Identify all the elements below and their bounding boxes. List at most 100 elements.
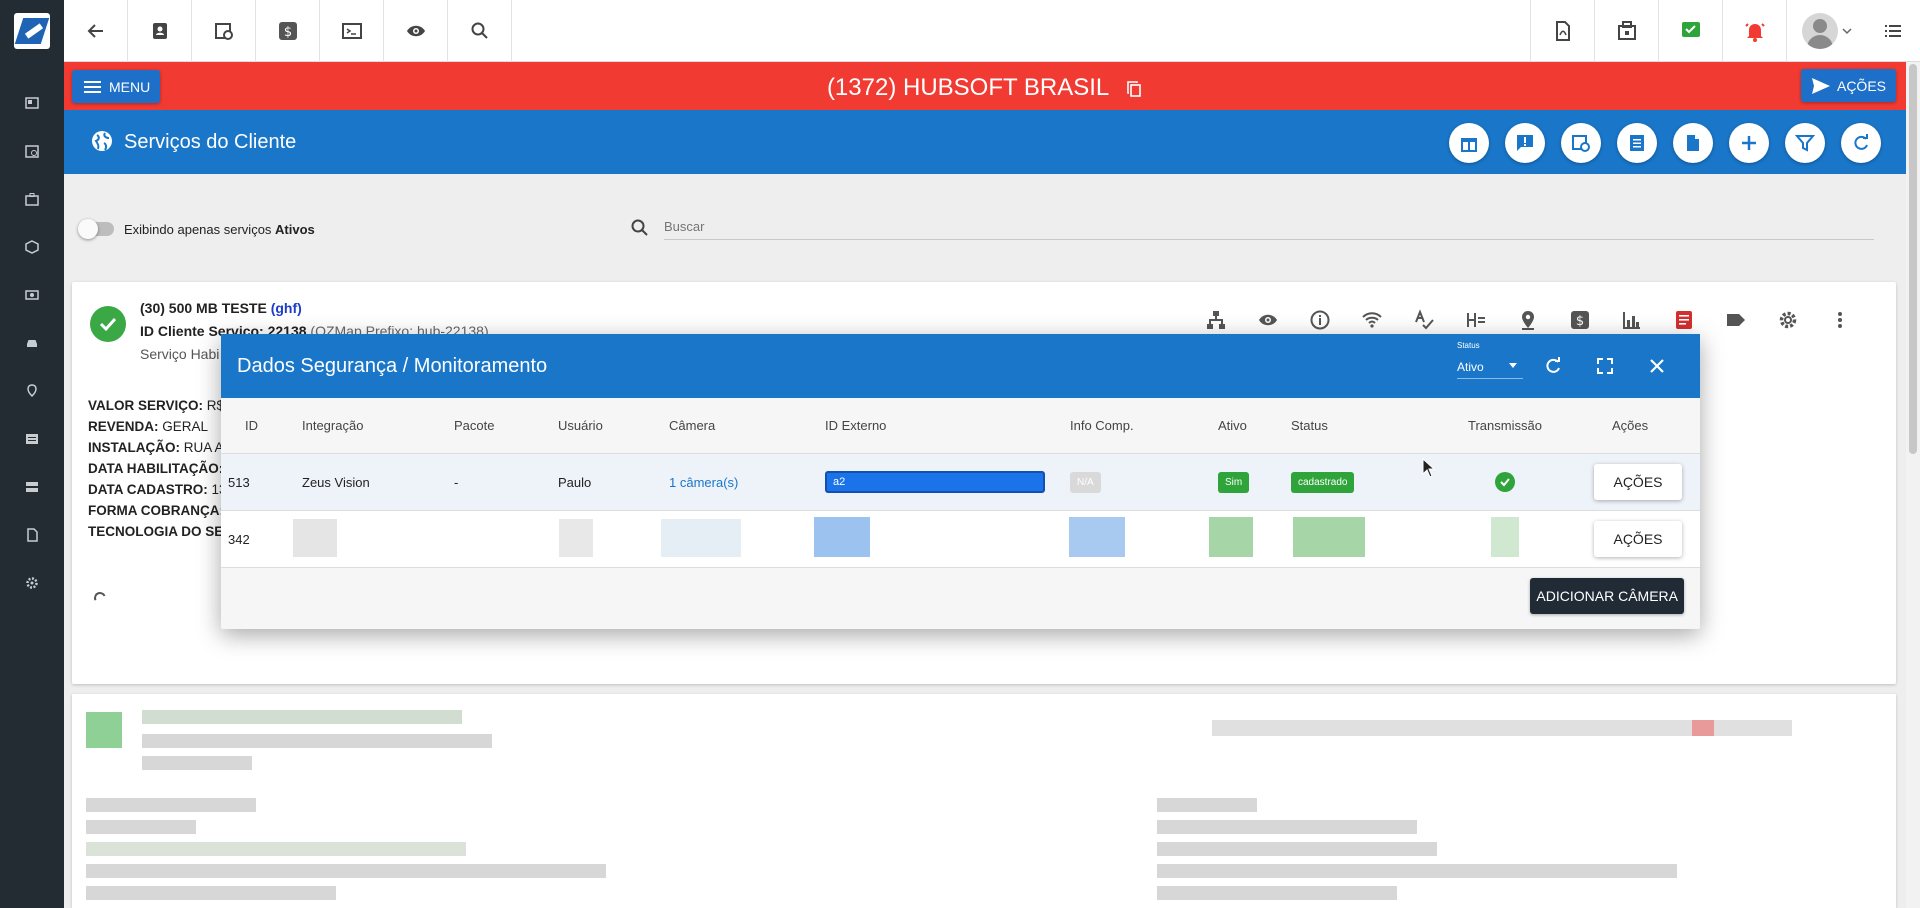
filter-icon bbox=[1795, 135, 1815, 152]
rail-briefcase-icon[interactable] bbox=[22, 189, 42, 209]
list-button[interactable] bbox=[1866, 0, 1920, 62]
rail-map-pin-icon[interactable] bbox=[22, 381, 42, 401]
service-details: VALOR SERVIÇO: R$5 REVENDA: GERAL INSTAL… bbox=[88, 395, 233, 542]
active-only-toggle[interactable] bbox=[78, 219, 114, 239]
row-actions-button[interactable]: AÇÕES bbox=[1594, 464, 1682, 500]
header-actions-button[interactable]: AÇÕES bbox=[1800, 69, 1896, 102]
schedule-button[interactable] bbox=[192, 0, 256, 62]
col-camera: Câmera bbox=[669, 418, 716, 433]
rail-money-icon[interactable] bbox=[22, 285, 42, 305]
globe-icon bbox=[92, 131, 112, 151]
blurred-line bbox=[1157, 864, 1677, 878]
red-document-icon[interactable] bbox=[1658, 306, 1710, 334]
blurred-line bbox=[142, 756, 252, 770]
client-header: MENU (1372) HUBSOFT BRASIL AÇÕES bbox=[64, 62, 1906, 110]
section-header: Serviços do Cliente bbox=[64, 110, 1906, 174]
user-menu[interactable] bbox=[1786, 0, 1866, 62]
security-table: ID Integração Pacote Usuário Câmera ID E… bbox=[221, 398, 1700, 568]
service-card-blurred bbox=[72, 694, 1896, 908]
detail-row: REVENDA: GERAL bbox=[88, 419, 209, 434]
id-externo-field[interactable]: a2 bbox=[825, 471, 1045, 493]
col-id: ID bbox=[245, 418, 258, 433]
gift-icon bbox=[1461, 138, 1477, 152]
search-button[interactable] bbox=[448, 0, 512, 62]
plus-icon bbox=[1742, 136, 1756, 150]
detail-row: TECNOLOGIA DO SER bbox=[88, 524, 234, 539]
rail-calendar-icon[interactable] bbox=[22, 141, 42, 161]
info-icon[interactable] bbox=[1294, 306, 1346, 334]
status-select[interactable]: Ativo bbox=[1457, 355, 1523, 379]
pdf-button[interactable] bbox=[1530, 0, 1594, 62]
active-only-label: Exibindo apenas serviços Ativos bbox=[124, 222, 315, 237]
blurred-cell bbox=[1209, 517, 1253, 557]
cell-integracao: Zeus Vision bbox=[302, 474, 370, 490]
blurred-cell bbox=[293, 519, 337, 557]
eye-icon[interactable] bbox=[1242, 306, 1294, 334]
search-input[interactable] bbox=[664, 214, 1874, 240]
rail-document-icon[interactable] bbox=[22, 525, 42, 545]
schedule-round-button[interactable] bbox=[1561, 123, 1601, 163]
tag-icon[interactable] bbox=[1710, 306, 1762, 334]
modal-close-button[interactable] bbox=[1645, 354, 1669, 378]
camera-link[interactable]: 1 câmera(s) bbox=[669, 454, 738, 510]
spellcheck-icon[interactable] bbox=[1398, 306, 1450, 334]
row-actions-button[interactable]: AÇÕES bbox=[1594, 521, 1682, 557]
contact-button[interactable] bbox=[128, 0, 192, 62]
chat-button[interactable] bbox=[1658, 0, 1722, 62]
cell-info-comp: N/A bbox=[1070, 454, 1101, 510]
scrollbar-thumb[interactable] bbox=[1909, 64, 1917, 454]
modal-refresh-button[interactable] bbox=[1541, 354, 1565, 378]
modal-fullscreen-button[interactable] bbox=[1593, 354, 1617, 378]
tickets-button[interactable] bbox=[1594, 0, 1658, 62]
finance-button[interactable]: $ bbox=[256, 0, 320, 62]
loading-spinner bbox=[92, 590, 108, 606]
blurred-cell bbox=[1069, 517, 1125, 557]
alarm-bell-icon bbox=[1744, 23, 1765, 42]
map-pin-icon[interactable] bbox=[1502, 306, 1554, 334]
rail-box-icon[interactable] bbox=[22, 237, 42, 257]
fullscreen-icon bbox=[1597, 358, 1613, 374]
section-title: Serviços do Cliente bbox=[124, 131, 297, 153]
cell-usuario: Paulo bbox=[558, 474, 592, 490]
terminal-button[interactable] bbox=[320, 0, 384, 62]
col-transmissao: Transmissão bbox=[1468, 418, 1542, 433]
col-ativo: Ativo bbox=[1218, 418, 1247, 433]
modal-header: Dados Segurança / Monitoramento Status A… bbox=[221, 334, 1700, 398]
list-doc-button[interactable] bbox=[1617, 123, 1657, 163]
header-format-icon[interactable] bbox=[1450, 306, 1502, 334]
rail-list-icon[interactable] bbox=[22, 429, 42, 449]
cell-status: cadastrado bbox=[1291, 454, 1355, 510]
alert-chat-button[interactable] bbox=[1505, 123, 1545, 163]
app-logo[interactable] bbox=[14, 13, 50, 49]
copy-icon[interactable] bbox=[1125, 80, 1143, 98]
wifi-icon[interactable] bbox=[1346, 306, 1398, 334]
modal-title: Dados Segurança / Monitoramento bbox=[237, 355, 548, 377]
table-row: 342 AÇÕES bbox=[221, 511, 1700, 568]
page-scrollbar[interactable] bbox=[1906, 62, 1920, 908]
add-button[interactable] bbox=[1729, 123, 1769, 163]
chart-icon[interactable] bbox=[1606, 306, 1658, 334]
notifications-button[interactable] bbox=[1722, 0, 1786, 62]
gift-button[interactable] bbox=[1449, 123, 1489, 163]
list-doc-icon bbox=[1630, 135, 1644, 151]
cell-transmissao bbox=[1495, 454, 1515, 510]
network-tree-icon[interactable] bbox=[1190, 306, 1242, 334]
blurred-line bbox=[1157, 820, 1417, 834]
table-header: ID Integração Pacote Usuário Câmera ID E… bbox=[221, 398, 1700, 454]
rail-gear-icon[interactable] bbox=[22, 573, 42, 593]
add-camera-button[interactable]: ADICIONAR CÂMERA bbox=[1530, 578, 1684, 614]
refresh-button[interactable] bbox=[1841, 123, 1881, 163]
rail-dashboard-icon[interactable] bbox=[22, 93, 42, 113]
back-button[interactable] bbox=[64, 0, 128, 62]
view-button[interactable] bbox=[384, 0, 448, 62]
rail-car-icon[interactable] bbox=[22, 333, 42, 353]
blurred-status-icon bbox=[86, 712, 122, 748]
gear-icon[interactable] bbox=[1762, 306, 1814, 334]
dollar-icon[interactable]: $ bbox=[1554, 306, 1606, 334]
filter-button[interactable] bbox=[1785, 123, 1825, 163]
col-info-comp: Info Comp. bbox=[1070, 418, 1134, 433]
document-button[interactable] bbox=[1673, 123, 1713, 163]
blurred-cell bbox=[559, 519, 593, 557]
more-vert-icon[interactable] bbox=[1814, 306, 1866, 334]
rail-server-icon[interactable] bbox=[22, 477, 42, 497]
